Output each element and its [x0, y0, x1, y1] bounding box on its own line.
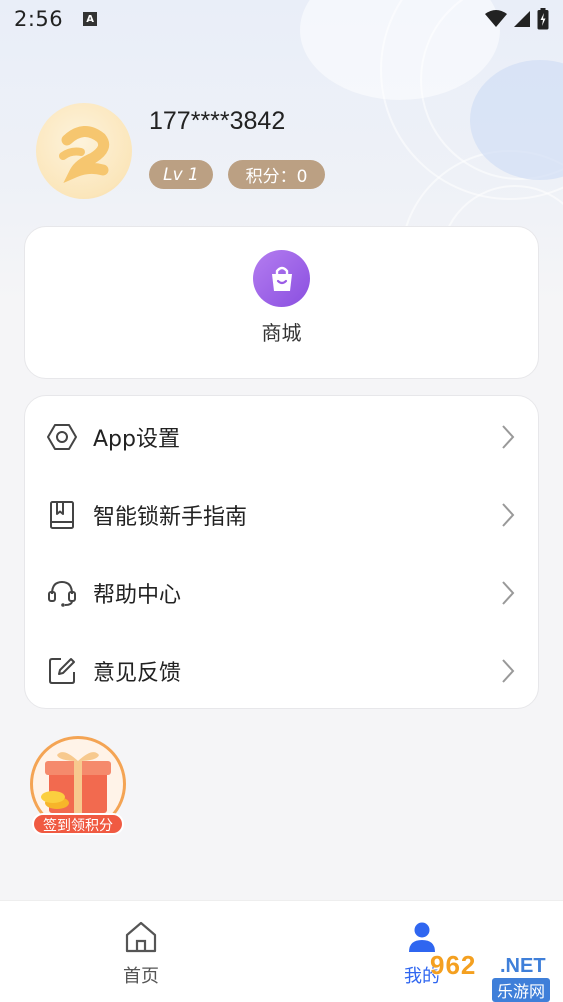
menu-label: 意见反馈 [93, 661, 182, 686]
shop-card: 商城 [24, 226, 539, 379]
status-icons [485, 8, 549, 30]
shop-label[interactable]: 商城 [25, 317, 538, 346]
chevron-right-icon [498, 656, 518, 686]
tab-home[interactable]: 首页 [81, 901, 201, 1002]
profile-section: 177****3842 Lv 1 积分：0 [36, 103, 536, 203]
watermark-net: .NET [500, 955, 546, 977]
hexagon-settings-icon [47, 422, 77, 452]
watermark-sub: 乐游网 [492, 978, 551, 1002]
chevron-right-icon [498, 422, 518, 452]
menu-item-guide[interactable]: 智能锁新手指南 [25, 476, 538, 554]
shop-bag-icon[interactable] [253, 250, 310, 307]
chevron-right-icon [498, 578, 518, 608]
wifi-icon [485, 10, 507, 27]
watermark: 962 .NET 乐游网 [420, 950, 560, 1002]
watermark-number: 962 [430, 950, 477, 980]
status-bar: 2:56 A [0, 0, 563, 38]
home-icon [123, 919, 159, 955]
menu-item-help[interactable]: 帮助中心 [25, 554, 538, 632]
chevron-right-icon [498, 500, 518, 530]
battery-icon [537, 8, 549, 30]
avatar[interactable] [36, 103, 132, 199]
menu-label: App设置 [93, 427, 180, 452]
menu-label: 智能锁新手指南 [93, 505, 248, 530]
checkin-gift-button[interactable]: 签到领积分 [30, 736, 126, 836]
signal-icon [514, 11, 530, 27]
level-badge: Lv 1 [149, 160, 213, 189]
points-badge[interactable]: 积分：0 [228, 160, 325, 189]
tab-home-label: 首页 [123, 966, 159, 987]
notification-icon: A [83, 12, 98, 26]
book-icon [47, 500, 77, 530]
menu-item-feedback[interactable]: 意见反馈 [25, 632, 538, 710]
menu-label: 帮助中心 [93, 583, 182, 608]
checkin-label: 签到领积分 [32, 813, 124, 835]
headset-icon [47, 578, 77, 608]
menu-item-app-settings[interactable]: App设置 [25, 398, 538, 476]
edit-icon [47, 656, 77, 686]
user-phone: 177****3842 [149, 107, 286, 135]
status-time: 2:56 [14, 7, 64, 31]
avatar-logo-icon [59, 126, 110, 183]
menu-card: App设置 智能锁新手指南 帮助中心 意见反馈 [24, 395, 539, 709]
